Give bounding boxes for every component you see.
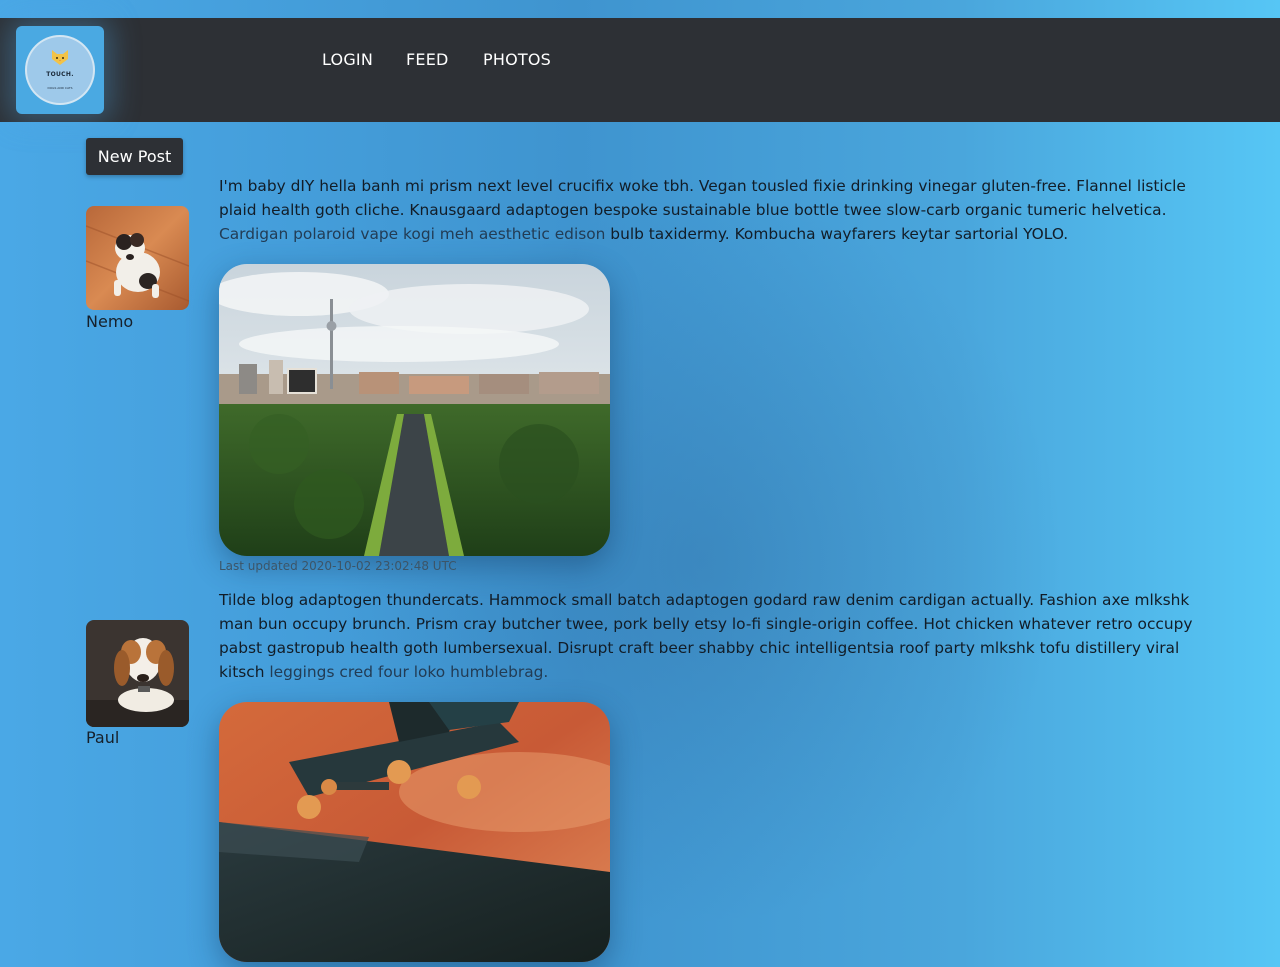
post-image[interactable] xyxy=(219,702,610,962)
nav-feed-link[interactable]: FEED xyxy=(406,50,449,69)
post-text-tail: bulb taxidermy. Kombucha wayfarers keyta… xyxy=(605,225,1069,243)
post-body: Tilde blog adaptogen thundercats. Hammoc… xyxy=(219,588,1209,684)
city-park-photo xyxy=(219,264,610,556)
post-timestamp: Last updated 2020-10-02 23:02:48 UTC xyxy=(219,559,457,573)
logo-wordmark: TOUCH. xyxy=(46,71,74,78)
post-image[interactable] xyxy=(219,264,610,556)
new-post-button[interactable]: New Post xyxy=(86,138,183,175)
post-body: I'm baby dIY hella banh mi prism next le… xyxy=(219,174,1209,246)
nav-login-link[interactable]: LOGIN xyxy=(322,50,373,69)
cat-icon xyxy=(52,50,68,65)
skateboard-photo xyxy=(219,702,610,962)
author-avatar[interactable] xyxy=(86,206,189,310)
beagle-photo xyxy=(86,620,189,727)
brand-logo[interactable]: TOUCH. DOGS AND CATS xyxy=(16,26,104,114)
logo-tagline: DOGS AND CATS xyxy=(47,86,73,90)
author-avatar[interactable] xyxy=(86,620,189,727)
post-text-faded: leggings cred four loko humblebrag. xyxy=(269,663,549,681)
logo-badge: TOUCH. DOGS AND CATS xyxy=(25,35,95,105)
post-text-main: I'm baby dIY hella banh mi prism next le… xyxy=(219,177,1186,219)
nav-photos-link[interactable]: PHOTOS xyxy=(483,50,551,69)
post-text-faded: Cardigan polaroid vape kogi meh aestheti… xyxy=(219,225,606,243)
author-name: Paul xyxy=(86,728,120,747)
puppy-photo xyxy=(86,206,189,310)
top-navbar xyxy=(0,18,1280,122)
author-name: Nemo xyxy=(86,312,134,331)
